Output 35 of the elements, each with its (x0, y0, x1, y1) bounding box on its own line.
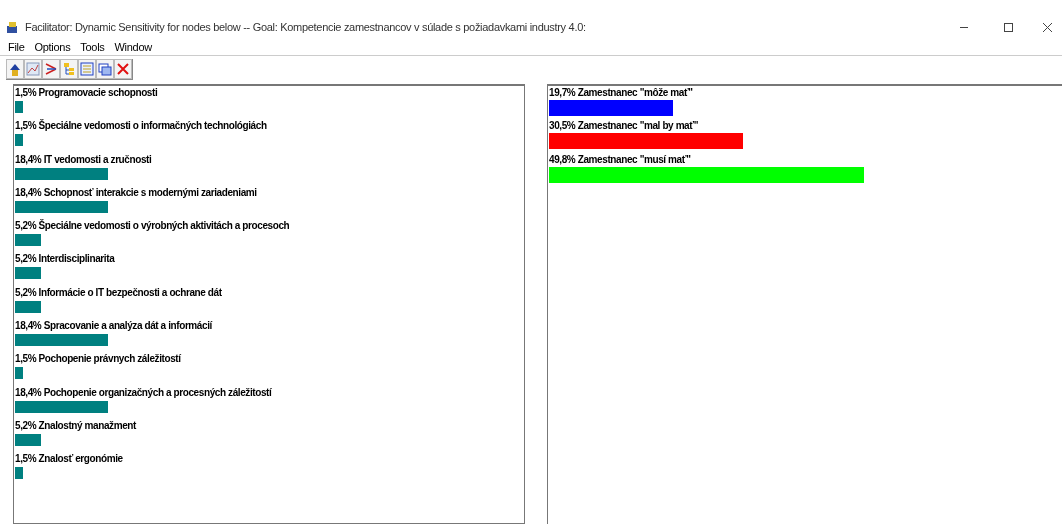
node-label: 1,5% Špeciálne vedomosti o informačných technológiách (15, 120, 268, 133)
windows-icon (98, 61, 112, 76)
node-label: 5,2% Interdisciplinarita (15, 253, 116, 266)
node-label: 18,4% Schopnosť interakcie s modernými zariadeniami (15, 186, 258, 199)
alternative-label: 19,7% Zamestnanec "môže mať" (549, 87, 694, 99)
list-button[interactable] (78, 58, 96, 79)
alternative-label: 30,5% Zamestnanec "mal by mať" (549, 120, 699, 133)
minimize-icon[interactable] (960, 26, 968, 28)
close-icon (116, 61, 130, 76)
node-label: 5,2% Špeciálne vedomosti o výrobných aktivitách a procesoch (15, 220, 291, 233)
chart-icon (26, 61, 40, 76)
menu-item[interactable]: Options (34, 39, 71, 56)
maximize-icon[interactable] (1004, 22, 1013, 32)
node-label: 1,5% Programovacie schopnosti (15, 87, 159, 99)
node-label: 18,4% Pochopenie organizačných a procesných záležitostí (15, 386, 273, 399)
node-label: 18,4% IT vedomosti a zručnosti (15, 153, 153, 166)
close-icon[interactable] (1043, 22, 1052, 32)
chart-button[interactable] (24, 58, 42, 79)
menu-item[interactable]: Tools (80, 39, 105, 56)
node-label: 18,4% Spracovanie a analýza dát a informácií (15, 320, 214, 333)
alternative-label: 49,8% Zamestnanec "musí mať" (549, 153, 692, 166)
menu-item[interactable]: File (8, 39, 25, 56)
node-label: 1,5% Pochopenie právnych záležitostí (15, 353, 182, 366)
list-icon (80, 61, 94, 76)
close-button[interactable] (114, 58, 132, 79)
node-label: 1,5% Znalosť ergonómie (15, 453, 124, 466)
app-icon (6, 20, 19, 34)
windows-button[interactable] (96, 58, 114, 79)
tree-button[interactable] (60, 58, 78, 79)
tree-icon (62, 61, 76, 76)
home-button[interactable] (6, 58, 24, 79)
node-label: 5,2% Informácie o IT bezpečnosti a ochrane dát (15, 286, 223, 299)
node-label: 5,2% Znalostný manažment (15, 419, 138, 432)
menu-item[interactable]: Window (114, 39, 152, 56)
window-title: Facilitator: Dynamic Sensitivity for nodes below -- Goal: Kompetencie zamestnancov v súlade s požiadavkami industry 4.0: (25, 19, 586, 35)
